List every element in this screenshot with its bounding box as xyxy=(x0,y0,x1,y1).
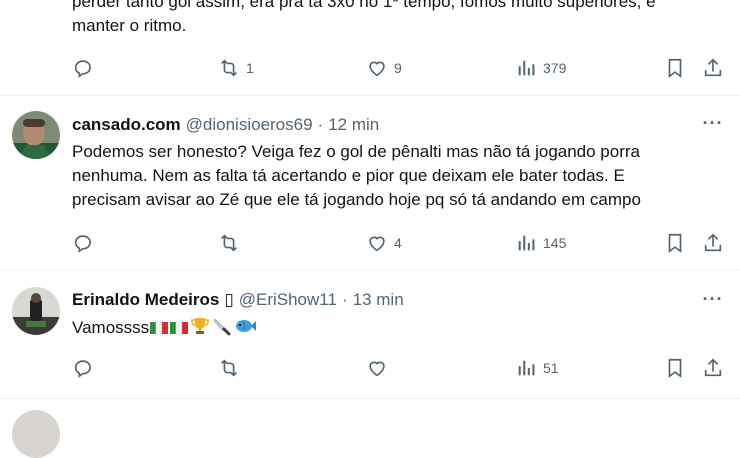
share-button[interactable] xyxy=(702,229,724,257)
heart-icon xyxy=(366,357,388,379)
retweet-button[interactable]: 1 xyxy=(218,54,254,82)
views-icon xyxy=(515,357,537,379)
bookmark-button[interactable] xyxy=(664,229,686,257)
share-button[interactable] xyxy=(702,354,724,382)
separator-dot: · xyxy=(317,115,324,134)
tweet-2[interactable]: cansado.com @dionisioeros69 · 12 min Pod… xyxy=(0,96,740,270)
views-button[interactable]: 51 xyxy=(515,354,559,382)
heart-icon xyxy=(366,232,388,254)
bookmark-icon xyxy=(664,232,686,254)
retweet-icon xyxy=(218,232,240,254)
more-icon: ··· xyxy=(702,113,724,133)
more-options-button[interactable]: ··· xyxy=(700,113,726,138)
bookmark-icon xyxy=(664,357,686,379)
like-count: 9 xyxy=(394,60,402,76)
share-button[interactable] xyxy=(702,54,724,82)
reply-button[interactable] xyxy=(72,354,94,382)
views-button[interactable]: 145 xyxy=(515,229,566,257)
tweet-header: cansado.com @dionisioeros69 · 12 min xyxy=(72,114,728,136)
display-name[interactable]: Erinaldo Medeiros xyxy=(72,289,219,311)
views-icon xyxy=(515,57,537,79)
retweet-icon xyxy=(218,357,240,379)
views-count: 51 xyxy=(543,360,559,376)
views-icon xyxy=(515,232,537,254)
fish-icon xyxy=(234,316,257,343)
reply-button[interactable] xyxy=(72,229,94,257)
avatar[interactable] xyxy=(12,111,60,159)
tweet-text-line: Podemos ser honesto? Veiga fez o gol de … xyxy=(72,142,640,161)
tweet-text-line: nenhuma. Nem as falta tá acertando e pio… xyxy=(72,166,625,185)
bookmark-button[interactable] xyxy=(664,354,686,382)
views-count: 145 xyxy=(543,235,567,251)
tweet-text-line: manter o ritmo. xyxy=(72,16,187,35)
retweet-icon xyxy=(218,57,240,79)
like-button[interactable] xyxy=(366,354,394,382)
like-count: 4 xyxy=(394,235,402,251)
user-handle[interactable]: @EriShow11 xyxy=(239,289,337,311)
avatar[interactable] xyxy=(12,287,60,335)
share-icon xyxy=(702,57,724,79)
heart-icon xyxy=(366,57,388,79)
flag-italy-icon xyxy=(170,319,189,343)
views-count: 379 xyxy=(543,60,567,76)
user-handle[interactable]: @dionisioeros69 xyxy=(186,114,313,136)
reply-icon xyxy=(72,232,94,254)
bookmark-button[interactable] xyxy=(664,54,686,82)
share-icon xyxy=(702,232,724,254)
display-name[interactable]: cansado.com xyxy=(72,114,181,136)
tweet-1[interactable]: perder tanto gol assim, era pra tá 3x0 n… xyxy=(0,0,740,96)
tweet-text: perder tanto gol assim, era pra tá 3x0 n… xyxy=(72,0,728,38)
tweet-text-line: perder tanto gol assim, era pra tá 3x0 n… xyxy=(72,0,656,11)
bookmark-icon xyxy=(664,57,686,79)
reply-icon xyxy=(72,357,94,379)
flag-italy-icon xyxy=(150,319,169,343)
tweet-text-line: Vamossss xyxy=(72,318,150,337)
like-button[interactable]: 4 xyxy=(366,229,402,257)
tweet-text: Vamossss xyxy=(72,316,728,343)
separator-dot: · xyxy=(341,290,348,309)
like-button[interactable]: 9 xyxy=(366,54,402,82)
more-options-button[interactable]: ··· xyxy=(700,289,726,314)
views-button[interactable]: 379 xyxy=(515,54,566,82)
retweet-button[interactable] xyxy=(218,354,246,382)
trophy-icon xyxy=(190,316,210,343)
reply-icon xyxy=(72,57,94,79)
reply-button[interactable] xyxy=(72,54,94,82)
timestamp[interactable]: 12 min xyxy=(328,114,379,136)
retweet-count: 1 xyxy=(246,60,254,76)
retweet-button[interactable] xyxy=(218,229,246,257)
name-badge: ▯ xyxy=(224,290,234,309)
share-icon xyxy=(702,357,724,379)
tweet-3[interactable]: Erinaldo Medeiros ▯ @EriShow11 · 13 min … xyxy=(0,270,740,399)
knife-icon xyxy=(212,316,232,343)
tweet-4[interactable] xyxy=(0,399,740,458)
tweet-text: Podemos ser honesto? Veiga fez o gol de … xyxy=(72,140,728,212)
more-icon: ··· xyxy=(702,289,724,309)
tweet-text-line: precisam avisar ao Zé que ele tá jogando… xyxy=(72,190,641,209)
tweet-header: Erinaldo Medeiros ▯ @EriShow11 · 13 min xyxy=(72,289,728,311)
timestamp[interactable]: 13 min xyxy=(353,289,404,311)
avatar[interactable] xyxy=(12,410,60,458)
